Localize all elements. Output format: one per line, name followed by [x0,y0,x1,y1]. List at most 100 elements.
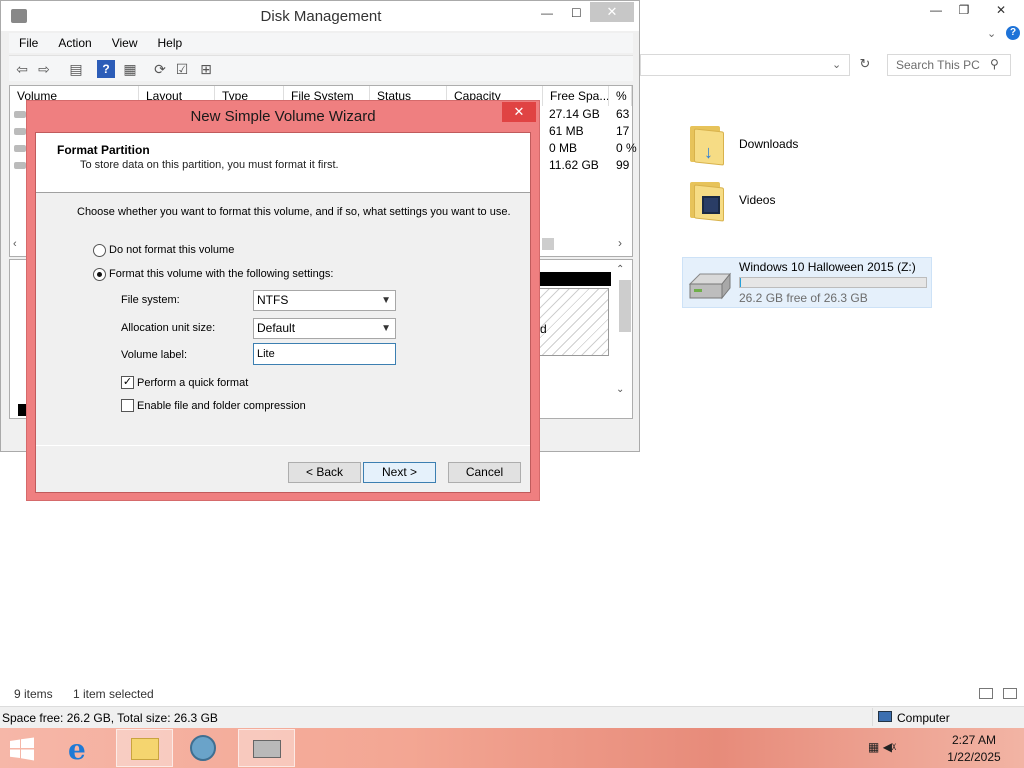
disk-management-titlebar[interactable]: Disk Management — ☐ ✕ [1,1,639,31]
start-button[interactable] [8,737,36,761]
windows-logo-icon [10,737,34,761]
volume-icon [14,128,26,135]
selected-partition-block[interactable] [539,288,609,356]
downloads-folder-icon[interactable]: ↓ [688,120,724,166]
cancel-button[interactable]: Cancel [448,462,521,483]
disk-management-icon [253,740,281,758]
column-header-free-space[interactable]: Free Spa... [543,86,609,106]
scroll-down-icon[interactable]: ⌄ [616,384,624,395]
hard-drive-icon [686,270,732,302]
horizontal-scrollbar-thumb[interactable] [542,238,554,250]
clock-date[interactable]: 1/22/2025 [930,750,1018,764]
chevron-down-icon: ▼ [381,295,391,306]
system-tray[interactable]: ▦ ◀ᵡ [868,740,896,754]
volume-label-input[interactable]: Lite [253,343,396,365]
next-button[interactable]: Next > [363,462,436,483]
rescan-icon[interactable]: ⊞ [197,60,215,78]
wizard-body: Format Partition To store data on this p… [35,132,531,493]
vertical-scrollbar-thumb[interactable] [619,280,631,332]
space-free-text: Space free: 26.2 GB, Total size: 26.3 GB [2,711,218,725]
computer-label: Computer [897,711,950,725]
file-explorer-icon [131,738,159,760]
videos-folder-label[interactable]: Videos [739,193,775,207]
help-icon[interactable]: ? [1006,26,1020,40]
close-icon[interactable]: ✕ [590,2,634,22]
column-header-percent-free[interactable]: % F [609,86,632,106]
page-title: Format Partition [57,143,150,157]
downloads-folder-label[interactable]: Downloads [739,137,798,151]
taskbar-file-explorer[interactable] [116,729,173,767]
page-subtitle: To store data on this partition, you mus… [80,159,339,171]
scroll-left-icon[interactable]: ‹ [13,238,17,250]
back-arrow-icon[interactable]: ⇦ [13,60,31,78]
menu-bar: File Action View Help [9,33,633,53]
allocation-unit-select[interactable]: Default ▼ [253,318,396,339]
file-system-select[interactable]: NTFS ▼ [253,290,396,311]
tiles-view-icon[interactable] [1003,688,1017,699]
wizard-title: New Simple Volume Wizard [190,108,376,125]
help-icon[interactable]: ? [97,60,115,78]
percent-free-cell: 99 [616,158,630,172]
volume-icon [14,162,26,169]
address-dropdown-icon[interactable]: ⌄ [832,58,841,71]
refresh-icon[interactable]: ⟳ [151,60,169,78]
check-disk-icon[interactable]: ☑ [173,60,191,78]
format-volume-label[interactable]: Format this volume with the following se… [109,268,333,280]
chevron-down-icon: ▼ [381,323,391,334]
volume-label-label: Volume label: [121,349,188,361]
volume-icon[interactable]: ◀ᵡ [883,740,896,754]
minimize-icon[interactable]: — [541,6,553,20]
search-icon[interactable]: ⚲ [990,57,999,71]
console-tree-icon[interactable]: ▤ [67,60,85,78]
wizard-separator [36,445,530,446]
scroll-up-icon[interactable]: ⌃ [616,264,624,275]
format-volume-radio[interactable] [93,268,106,281]
menu-view[interactable]: View [102,33,148,53]
refresh-icon[interactable]: ↻ [856,56,874,74]
quick-format-checkbox[interactable]: ✓ [121,376,134,389]
percent-free-cell: 0 % [616,141,637,155]
close-icon[interactable]: ✕ [502,102,536,122]
taskbar-disk-management[interactable] [238,729,295,767]
partition-label-fragment: d [540,322,547,336]
volume-icon [14,145,26,152]
percent-free-cell: 17 [616,124,630,138]
compression-label[interactable]: Enable file and folder compression [137,400,306,412]
compression-checkbox[interactable] [121,399,134,412]
free-space-cell: 27.14 GB [549,107,600,121]
file-system-label: File system: [121,294,180,306]
percent-free-cell: 63 [616,107,630,121]
properties-icon[interactable]: ▦ [121,60,139,78]
computer-icon [878,711,892,722]
forward-arrow-icon[interactable]: ⇨ [35,60,53,78]
address-bar[interactable] [640,54,850,76]
taskbar-browser[interactable] [176,729,233,767]
back-button[interactable]: < Back [288,462,361,483]
details-view-icon[interactable] [979,688,993,699]
partition-header-bar [539,272,611,286]
menu-help[interactable]: Help [148,33,193,53]
explorer-title-buttons: — ❐ ✕ [922,0,1024,22]
quick-format-label[interactable]: Perform a quick format [137,377,248,389]
close-icon[interactable]: ✕ [978,0,1024,20]
new-simple-volume-wizard: New Simple Volume Wizard ✕ Format Partit… [26,100,540,501]
clock-time[interactable]: 2:27 AM [930,733,1018,747]
scroll-right-icon[interactable]: › [618,236,622,250]
toolbar: ⇦ ⇨ ▤ ? ▦ ⟳ ☑ ⊞ [9,55,633,81]
taskbar-internet-explorer[interactable]: e [56,729,113,767]
do-not-format-label[interactable]: Do not format this volume [109,244,234,256]
minimize-icon[interactable]: — [922,0,950,20]
restore-icon[interactable]: ❐ [950,0,978,20]
ribbon-expand-chevron-icon[interactable]: ⌄ [987,27,996,40]
do-not-format-radio[interactable] [93,244,106,257]
wizard-header: Format Partition To store data on this p… [36,133,530,193]
free-space-cell: 11.62 GB [549,158,599,172]
drive-usage-fill [740,278,741,287]
network-icon[interactable]: ▦ [868,740,879,754]
maximize-icon[interactable]: ☐ [571,6,582,20]
videos-folder-icon[interactable] [688,176,724,222]
browser-globe-icon [190,735,216,761]
menu-action[interactable]: Action [48,33,101,53]
internet-explorer-icon: e [68,733,86,766]
menu-file[interactable]: File [9,33,48,53]
